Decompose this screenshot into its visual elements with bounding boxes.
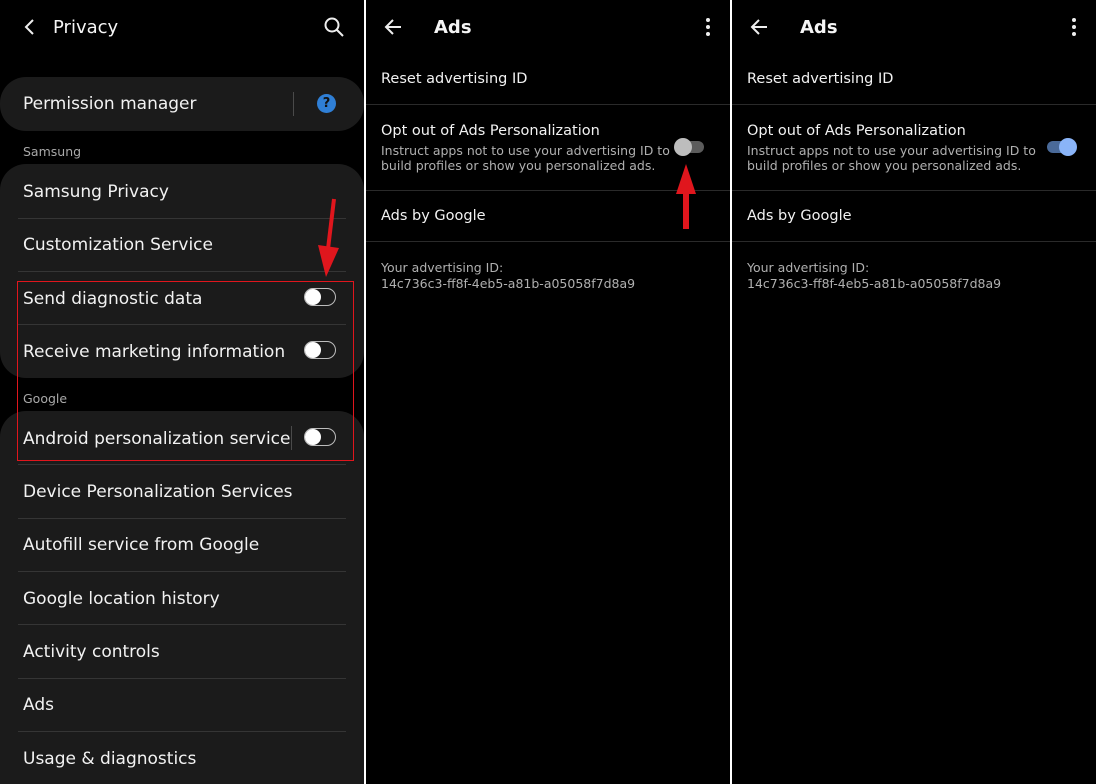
list-item-samsung-privacy[interactable]: Samsung Privacy <box>23 182 169 202</box>
more-vert-icon[interactable] <box>704 17 712 37</box>
more-vert-icon[interactable] <box>1070 17 1078 37</box>
divider <box>18 518 346 519</box>
opt-out-title[interactable]: Opt out of Ads Personalization <box>747 123 966 139</box>
list-item-device-personalization[interactable]: Device Personalization Services <box>23 482 293 502</box>
privacy-screen: Privacy Permission manager ? Samsung Sam… <box>0 0 364 784</box>
annotation-highlight-box <box>17 281 354 461</box>
advertising-id-value: 14c736c3-ff8f-4eb5-a81b-a05058f7d8a9 <box>747 276 1002 291</box>
help-icon[interactable]: ? <box>317 94 336 113</box>
reset-advertising-id[interactable]: Reset advertising ID <box>381 71 527 87</box>
toggle-opt-out-thumb[interactable] <box>1059 138 1077 156</box>
advertising-id-label: Your advertising ID: <box>381 260 504 275</box>
ads-screen-after: Ads Reset advertising ID Opt out of Ads … <box>732 0 1096 784</box>
divider <box>366 104 730 105</box>
divider <box>18 218 346 219</box>
ads-by-google[interactable]: Ads by Google <box>381 208 486 224</box>
advertising-id-label: Your advertising ID: <box>747 260 870 275</box>
back-chevron-icon[interactable] <box>20 17 40 37</box>
search-icon[interactable] <box>323 16 345 38</box>
divider <box>366 241 730 242</box>
divider <box>18 571 346 572</box>
separator <box>293 92 294 116</box>
divider <box>18 271 346 272</box>
permission-manager-card[interactable]: Permission manager ? <box>0 77 364 131</box>
reset-advertising-id[interactable]: Reset advertising ID <box>747 71 893 87</box>
page-title: Ads <box>434 17 472 38</box>
opt-out-description: Instruct apps not to use your advertisin… <box>381 143 670 173</box>
divider <box>18 624 346 625</box>
page-title: Privacy <box>53 17 119 38</box>
list-item-usage-diagnostics[interactable]: Usage & diagnostics <box>23 749 196 769</box>
red-arrow-down-icon <box>318 198 339 277</box>
divider <box>18 678 346 679</box>
ads-screen-before: Ads Reset advertising ID Opt out of Ads … <box>366 0 730 784</box>
divider <box>732 104 1096 105</box>
list-item-customization-service[interactable]: Customization Service <box>23 235 213 255</box>
section-label-samsung: Samsung <box>23 144 82 159</box>
opt-out-title[interactable]: Opt out of Ads Personalization <box>381 123 600 139</box>
list-item-location-history[interactable]: Google location history <box>23 589 220 609</box>
list-item-activity-controls[interactable]: Activity controls <box>23 642 160 662</box>
permission-manager-label: Permission manager <box>23 94 197 114</box>
red-arrow-up-icon <box>676 164 696 229</box>
opt-out-description: Instruct apps not to use your advertisin… <box>747 143 1036 173</box>
page-title: Ads <box>800 17 838 38</box>
back-arrow-icon[interactable] <box>383 17 403 37</box>
back-arrow-icon[interactable] <box>749 17 769 37</box>
divider <box>18 464 346 465</box>
divider <box>18 731 346 732</box>
list-item-ads[interactable]: Ads <box>23 695 54 715</box>
toggle-opt-out-thumb[interactable] <box>674 138 692 156</box>
divider <box>732 190 1096 191</box>
divider <box>732 241 1096 242</box>
advertising-id-value: 14c736c3-ff8f-4eb5-a81b-a05058f7d8a9 <box>381 276 636 291</box>
list-item-autofill-service[interactable]: Autofill service from Google <box>23 535 259 555</box>
ads-by-google[interactable]: Ads by Google <box>747 208 852 224</box>
